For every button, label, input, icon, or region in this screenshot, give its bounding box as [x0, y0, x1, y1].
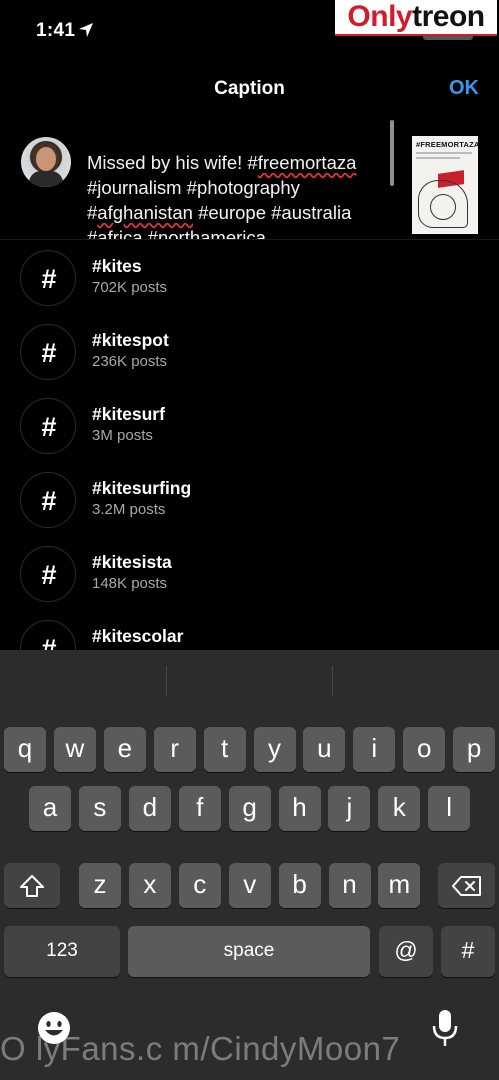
predictive-divider — [332, 666, 333, 696]
key-n[interactable]: n — [328, 863, 371, 908]
thumbnail-illustration — [430, 194, 456, 220]
suggestion-tag: #kitesurf — [92, 404, 165, 424]
avatar — [21, 137, 71, 187]
shift-key[interactable] — [4, 863, 60, 908]
location-arrow-icon — [79, 23, 93, 37]
suggestion-row[interactable]: # #kitesista 148K posts — [0, 537, 499, 611]
predictive-text-bar[interactable] — [0, 650, 499, 712]
suggestion-row[interactable]: # #kitescolar — [0, 611, 499, 650]
suggestion-count: 3M posts — [92, 427, 153, 444]
hash-glyph: # — [41, 264, 57, 294]
ok-button[interactable]: OK — [449, 77, 479, 100]
keyboard: qwertyuiop asdfghjkl zxcvbnm 123 space @… — [0, 650, 499, 1080]
post-thumbnail: #FREEMORTAZA — [412, 136, 478, 234]
key-d[interactable]: d — [128, 786, 171, 831]
suggestion-tag: #kitescolar — [92, 626, 184, 646]
scroll-indicator[interactable] — [390, 120, 394, 186]
avatar-face — [36, 147, 56, 171]
watermark-logo-part1: Only — [347, 0, 413, 33]
nav-bar: Caption OK — [0, 60, 499, 116]
shift-arrow-icon — [20, 874, 44, 897]
key-z[interactable]: z — [79, 863, 121, 908]
key-i[interactable]: i — [353, 727, 396, 772]
key-r[interactable]: r — [153, 727, 196, 772]
numbers-key[interactable]: 123 — [4, 926, 120, 977]
key-x[interactable]: x — [128, 863, 171, 908]
at-key[interactable]: @ — [379, 926, 433, 977]
key-o[interactable]: o — [403, 727, 446, 772]
suggestion-tag: #kites — [92, 256, 142, 276]
hashtag-icon: # — [20, 324, 76, 380]
status-bar: 1:41 Onlytreon — [0, 0, 499, 60]
delete-key[interactable] — [438, 863, 495, 908]
watermark-logo-part2: treon — [412, 0, 485, 33]
hashtag-icon: # — [20, 546, 76, 602]
caption-segment: Missed by his wife! # — [87, 152, 258, 173]
hashtag-icon: # — [20, 398, 76, 454]
key-j[interactable]: j — [328, 786, 371, 831]
hash-glyph: # — [41, 338, 57, 368]
key-u[interactable]: u — [303, 727, 346, 772]
key-m[interactable]: m — [378, 863, 421, 908]
key-g[interactable]: g — [228, 786, 271, 831]
hashtag-suggestion-list: # #kites 702K posts # #kitespot 236K pos… — [0, 241, 499, 650]
suggestion-count: 236K posts — [92, 353, 168, 370]
key-y[interactable]: y — [253, 727, 296, 772]
suggestion-row[interactable]: # #kites 702K posts — [0, 241, 499, 315]
suggestion-tag: #kitesurfing — [92, 478, 192, 498]
avatar-body — [29, 171, 63, 187]
key-v[interactable]: v — [228, 863, 271, 908]
thumbnail-title: #FREEMORTAZA — [416, 140, 478, 149]
page-title: Caption — [214, 78, 285, 99]
suggestion-row[interactable]: # #kitesurfing 3.2M posts — [0, 463, 499, 537]
thumbnail-text-line — [416, 157, 460, 159]
caption-segment-misspelled: freemortaza — [257, 152, 357, 173]
watermark-logo: Onlytreon — [335, 0, 497, 36]
hashtag-icon: # — [20, 472, 76, 528]
key-f[interactable]: f — [178, 786, 221, 831]
suggestion-tag: #kitesista — [92, 552, 172, 572]
thumbnail-text-line — [416, 152, 472, 154]
suggestion-count: 702K posts — [92, 279, 168, 296]
hash-glyph: # — [41, 560, 57, 590]
suggestion-row[interactable]: # #kitespot 236K posts — [0, 315, 499, 389]
key-p[interactable]: p — [453, 727, 496, 772]
key-h[interactable]: h — [278, 786, 321, 831]
key-w[interactable]: w — [53, 727, 96, 772]
key-t[interactable]: t — [203, 727, 246, 772]
key-a[interactable]: a — [29, 786, 71, 831]
suggestion-count: 3.2M posts — [92, 501, 166, 518]
suggestion-count: 148K posts — [92, 575, 168, 592]
key-c[interactable]: c — [178, 863, 221, 908]
caption-area: Missed by his wife! #freemortaza #journa… — [0, 116, 499, 240]
hash-glyph: # — [41, 634, 57, 650]
space-key[interactable]: space — [128, 926, 370, 977]
suggestion-tag: #kitespot — [92, 330, 169, 350]
hash-glyph: # — [41, 412, 57, 442]
hash-glyph: # — [41, 486, 57, 516]
suggestion-row[interactable]: # #kitesurf 3M posts — [0, 389, 499, 463]
hashtag-icon: # — [20, 250, 76, 306]
hashtag-icon: # — [20, 620, 76, 650]
hash-key[interactable]: # — [441, 926, 495, 977]
watermark-text: O lyFans.c m/CindyMoon7 — [0, 1030, 401, 1067]
key-e[interactable]: e — [103, 727, 146, 772]
key-b[interactable]: b — [278, 863, 321, 908]
key-k[interactable]: k — [378, 786, 421, 831]
predictive-divider — [166, 666, 167, 696]
caption-input[interactable]: Missed by his wife! #freemortaza #journa… — [87, 150, 387, 239]
key-l[interactable]: l — [428, 786, 471, 831]
caption-segment-misspelled: afghanistan — [97, 202, 193, 223]
key-s[interactable]: s — [78, 786, 121, 831]
key-q[interactable]: q — [4, 727, 46, 772]
status-time: 1:41 — [36, 20, 76, 41]
backspace-icon — [451, 875, 481, 896]
